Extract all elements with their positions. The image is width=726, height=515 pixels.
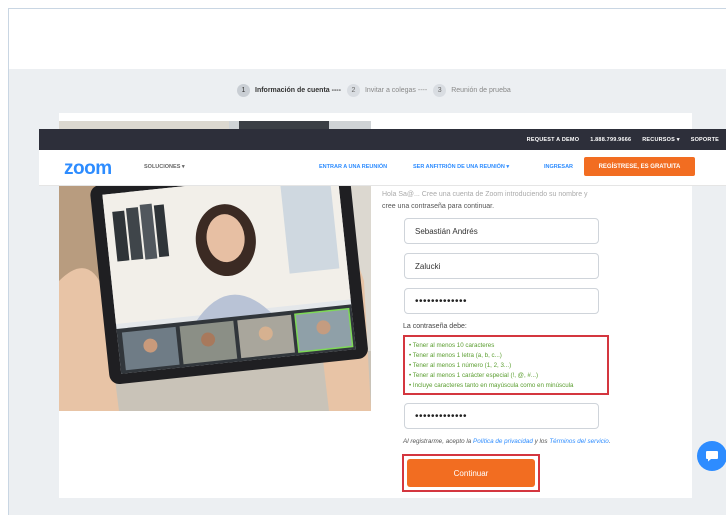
phone-number[interactable]: 1.888.799.9666 [590, 137, 631, 143]
browser-viewport: 1 Información de cuenta ---- 2 Invitar a… [8, 8, 726, 515]
password-rules-label: La contraseña debe: [403, 323, 467, 330]
signup-stepper: 1 Información de cuenta ---- 2 Invitar a… [237, 84, 517, 97]
chat-bubble-button[interactable] [697, 441, 726, 471]
continue-highlight: Continuar [402, 454, 540, 492]
password-field[interactable]: ••••••••••••• [404, 288, 599, 314]
step-label: Reunión de prueba [451, 87, 511, 94]
password-rule: Tener al menos 10 caracteres [409, 341, 603, 351]
support-link[interactable]: SOPORTE [691, 137, 719, 143]
confirm-password-field[interactable]: ••••••••••••• [404, 403, 599, 429]
password-rules-list: Tener al menos 10 caracteres Tener al me… [403, 335, 609, 395]
terms-of-service-link[interactable]: Términos del servicio [549, 438, 609, 445]
step-number: 2 [346, 84, 360, 97]
resources-menu[interactable]: RECURSOS ▾ [642, 137, 679, 143]
password-rule: Incluye caracteres tanto en mayúscula co… [409, 381, 603, 391]
chat-icon [706, 451, 718, 462]
sign-in-link[interactable]: INGRESAR [544, 164, 573, 170]
terms-text: Al registrarme, acepto la Política de pr… [403, 438, 611, 445]
step-label: Invitar a colegas ---- [364, 87, 428, 94]
step-account-info: 1 Información de cuenta ---- [237, 84, 341, 97]
password-rule: Tener al menos 1 letra (a, b, c...) [409, 351, 603, 361]
password-rule: Tener al menos 1 carácter especial (!, @… [409, 371, 603, 381]
zoom-logo[interactable]: zoom [64, 158, 112, 180]
continue-button[interactable]: Continuar [407, 459, 535, 487]
solutions-menu[interactable]: SOLUCIONES ▾ [144, 164, 185, 170]
terms-prefix: Al registrarme, acepto la [403, 438, 473, 445]
step-label: Información de cuenta ---- [255, 87, 341, 94]
last-name-field[interactable]: Zalucki [404, 253, 599, 279]
password-rule: Tener al menos 1 número (1, 2, 3...) [409, 361, 603, 371]
sign-up-free-button[interactable]: REGÍSTRESE, ES GRATUITA [584, 157, 695, 176]
intro-line: cree una contraseña para continuar. [382, 203, 495, 210]
step-test-meeting: 3 Reunión de prueba [433, 84, 511, 97]
main-navbar: zoom SOLUCIONES ▾ ENTRAR A UNA REUNIÓN S… [39, 150, 726, 186]
join-meeting-link[interactable]: ENTRAR A UNA REUNIÓN [319, 164, 387, 170]
terms-mid: y los [532, 438, 550, 445]
step-invite-colleagues: 2 Invitar a colegas ---- [346, 84, 428, 97]
top-utility-bar: REQUEST A DEMO 1.888.799.9666 RECURSOS ▾… [39, 129, 726, 150]
step-number: 1 [237, 84, 250, 97]
host-meeting-menu[interactable]: SER ANFITRIÓN DE UNA REUNIÓN ▾ [413, 164, 509, 170]
step-number: 3 [433, 84, 447, 97]
privacy-policy-link[interactable]: Política de privacidad [473, 438, 533, 445]
form-intro: Hola Sa@... Cree una cuenta de Zoom intr… [382, 189, 692, 213]
intro-line: Hola Sa@... Cree una cuenta de Zoom intr… [382, 191, 588, 198]
first-name-field[interactable]: Sebastián Andrés [404, 218, 599, 244]
terms-suffix: . [608, 438, 611, 445]
request-demo-link[interactable]: REQUEST A DEMO [527, 137, 580, 143]
